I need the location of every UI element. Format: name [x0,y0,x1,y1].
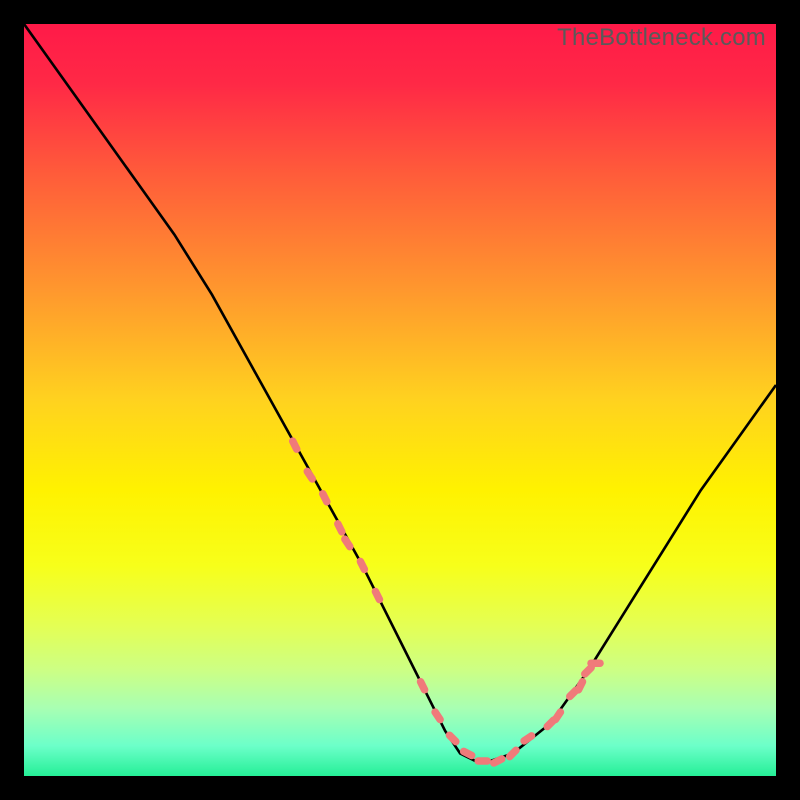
gradient-background [24,24,776,776]
watermark-text: TheBottleneck.com [557,24,766,52]
plot-frame: TheBottleneck.com [24,24,776,776]
